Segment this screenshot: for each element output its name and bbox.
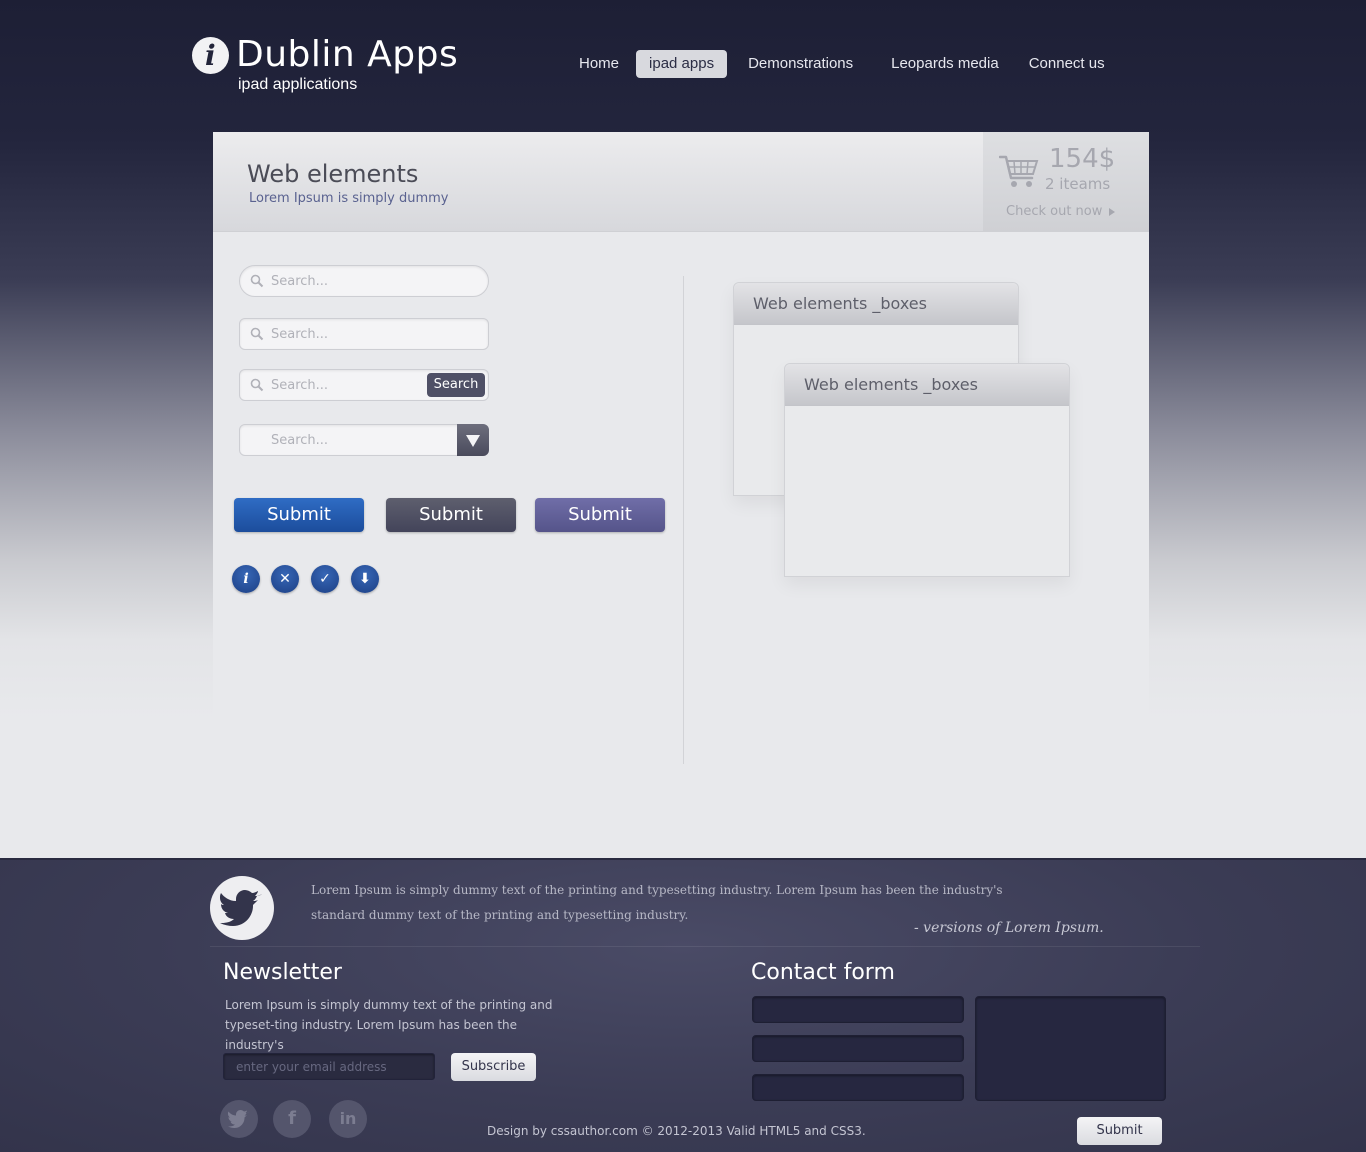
box-title: Web elements _boxes xyxy=(785,364,1069,406)
footer-divider xyxy=(210,946,1200,947)
contact-form-title: Contact form xyxy=(751,960,895,985)
column-divider xyxy=(683,276,684,764)
contact-message-field[interactable] xyxy=(975,996,1166,1101)
contact-name-field[interactable] xyxy=(752,996,964,1023)
box-title: Web elements _boxes xyxy=(734,283,1018,325)
contact-subject-field[interactable] xyxy=(752,1074,964,1101)
submit-button-blue[interactable]: Submit xyxy=(234,498,364,532)
brand-subtitle: ipad applications xyxy=(238,76,358,93)
contact-submit-button[interactable]: Submit xyxy=(1077,1117,1162,1145)
panel-title: Web elements xyxy=(247,160,419,188)
search-icon xyxy=(250,327,264,341)
search-input-with-button[interactable]: Search... Search xyxy=(239,369,489,401)
search-placeholder: Search... xyxy=(271,433,329,448)
panel-subtitle: Lorem Ipsum is simply dummy xyxy=(249,191,449,206)
close-icon[interactable]: ✕ xyxy=(271,565,299,593)
panel-header: Web elements Lorem Ipsum is simply dummy… xyxy=(213,132,1149,232)
shopping-cart-icon[interactable] xyxy=(999,154,1039,190)
nav-leopards-media[interactable]: Leopards media xyxy=(878,50,1012,78)
chevron-down-icon xyxy=(466,435,480,447)
search-placeholder: Search... xyxy=(271,274,329,289)
newsletter-title: Newsletter xyxy=(223,960,342,985)
search-dropdown[interactable]: Search... xyxy=(239,424,489,456)
contact-email-field[interactable] xyxy=(752,1035,964,1062)
cart-summary: 154$ 2 iteams Check out now xyxy=(983,132,1149,232)
subscribe-button[interactable]: Subscribe xyxy=(451,1053,536,1081)
newsletter-description: Lorem Ipsum is simply dummy text of the … xyxy=(225,998,553,1052)
twitter-icon[interactable] xyxy=(220,1100,258,1138)
submit-button-gray[interactable]: Submit xyxy=(386,498,516,532)
checkout-link[interactable]: Check out now xyxy=(1006,204,1116,219)
cart-price: 154$ xyxy=(1049,144,1116,174)
search-input[interactable]: Search... xyxy=(239,318,489,350)
info-icon[interactable]: i xyxy=(232,565,260,593)
download-arrow-icon[interactable]: ⬇ xyxy=(351,565,379,593)
brand-title: Dublin Apps xyxy=(236,34,459,75)
web-elements-box: Web elements _boxes xyxy=(784,363,1070,577)
footer: Lorem Ipsum is simply dummy text of the … xyxy=(0,858,1366,1152)
search-button[interactable]: Search xyxy=(427,373,485,397)
checkout-label: Check out now xyxy=(1006,204,1103,219)
twitter-bird-icon[interactable] xyxy=(210,876,274,940)
email-field[interactable]: enter your email address xyxy=(223,1053,435,1080)
nav-connect-us[interactable]: Connect us xyxy=(1016,50,1118,78)
email-placeholder: enter your email address xyxy=(236,1060,387,1074)
main-nav: Home ipad apps Demonstrations Leopards m… xyxy=(566,50,1122,78)
dropdown-toggle[interactable] xyxy=(457,424,489,456)
search-placeholder: Search... xyxy=(271,327,329,342)
info-i-icon: i xyxy=(192,37,229,74)
cart-item-count: 2 iteams xyxy=(1045,175,1111,193)
search-icon xyxy=(250,274,264,288)
nav-demonstrations[interactable]: Demonstrations xyxy=(735,50,866,78)
search-icon xyxy=(250,378,264,392)
nav-home[interactable]: Home xyxy=(566,50,632,78)
linkedin-icon[interactable]: in xyxy=(329,1100,367,1138)
nav-ipad-apps[interactable]: ipad apps xyxy=(636,50,728,78)
web-elements-panel: Web elements Lorem Ipsum is simply dummy… xyxy=(213,132,1149,822)
search-placeholder: Search... xyxy=(271,378,329,393)
check-icon[interactable]: ✓ xyxy=(311,565,339,593)
tweet-quote: - versions of Lorem Ipsum. xyxy=(914,920,1104,936)
submit-button-purple[interactable]: Submit xyxy=(535,498,665,532)
search-input-rounded[interactable]: Search... xyxy=(239,265,489,297)
arrow-right-icon xyxy=(1109,207,1116,216)
copyright-text: Design by cssauthor.com © 2012-2013 Vali… xyxy=(487,1124,866,1138)
facebook-icon[interactable]: f xyxy=(273,1100,311,1138)
